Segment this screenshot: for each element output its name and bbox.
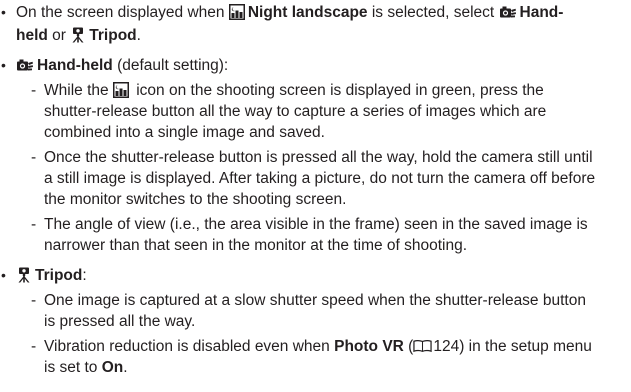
manual-book-icon bbox=[413, 339, 432, 353]
hand-held-item-2-line-2: a still image is displayed. After taking… bbox=[44, 170, 596, 187]
text-segment: On the screen displayed when bbox=[16, 4, 229, 21]
bullet-2-heading: Hand-held (default setting): bbox=[16, 55, 228, 76]
option-hand-held-cont: held bbox=[16, 27, 48, 44]
tripod-icon bbox=[16, 267, 32, 283]
setting-photo-vr: Photo VR bbox=[334, 338, 404, 355]
text-segment: or bbox=[47, 27, 71, 44]
hand-held-icon bbox=[16, 57, 34, 73]
text-segment: While the bbox=[44, 82, 113, 99]
document-page: • On the screen displayed when Night lan… bbox=[0, 0, 631, 392]
bullet-1-line-1: On the screen displayed when Night lands… bbox=[16, 2, 563, 23]
hand-held-item-2-line-3: the monitor switches to the shooting scr… bbox=[44, 191, 347, 208]
dash-marker: - bbox=[31, 149, 37, 166]
dash-marker: - bbox=[31, 82, 37, 99]
dash-marker: - bbox=[31, 292, 37, 309]
hand-held-item-1-line-3: combined into a single image and saved. bbox=[44, 124, 325, 141]
tripod-item-2-line-2: is set to On. bbox=[44, 357, 128, 378]
night-landscape-icon bbox=[113, 82, 129, 98]
bullet-marker: • bbox=[1, 4, 6, 20]
tripod-item-1-line-2: is pressed all the way. bbox=[44, 313, 196, 330]
text-segment: ( bbox=[403, 338, 414, 355]
dash-marker: - bbox=[31, 338, 37, 355]
hand-held-item-1-line-1: While the icon on the shooting screen is… bbox=[44, 80, 544, 101]
hand-held-icon bbox=[499, 4, 517, 20]
option-hand-held: Hand- bbox=[519, 4, 564, 21]
tripod-item-1-line-1: One image is captured at a slow shutter … bbox=[44, 292, 586, 309]
dash-marker: - bbox=[31, 216, 37, 233]
hand-held-title: Hand-held bbox=[37, 57, 113, 74]
bullet-marker: • bbox=[1, 267, 6, 283]
text-segment: : bbox=[82, 267, 87, 284]
text-segment: is selected, select bbox=[367, 4, 499, 21]
tripod-icon bbox=[70, 27, 86, 43]
hand-held-item-1-line-2: shutter-release button all the way to ca… bbox=[44, 103, 547, 120]
text-segment: . bbox=[136, 27, 141, 44]
hand-held-item-2-line-1: Once the shutter-release button is press… bbox=[44, 149, 593, 166]
tripod-title: Tripod bbox=[35, 267, 83, 284]
option-tripod: Tripod bbox=[89, 27, 137, 44]
hand-held-item-3-line-1: The angle of view (i.e., the area visibl… bbox=[44, 216, 588, 233]
hand-held-item-3-line-2: narrower than that seen in the monitor a… bbox=[44, 237, 468, 254]
setting-value-on: On bbox=[101, 359, 124, 376]
bullet-marker: • bbox=[1, 57, 6, 73]
default-note: (default setting): bbox=[112, 57, 229, 74]
page-reference: 124) in the setup menu bbox=[433, 338, 592, 355]
text-segment: icon on the shooting screen is displayed… bbox=[131, 82, 544, 99]
tripod-item-2-line-1: Vibration reduction is disabled even whe… bbox=[44, 336, 592, 357]
text-segment: is set to bbox=[44, 359, 102, 376]
text-segment: Vibration reduction is disabled even whe… bbox=[44, 338, 335, 355]
scene-name: Night landscape bbox=[247, 4, 368, 21]
night-landscape-icon bbox=[229, 4, 245, 20]
bullet-3-heading: Tripod: bbox=[16, 265, 87, 286]
text-segment: . bbox=[123, 359, 128, 376]
bullet-1-line-2: held or Tripod. bbox=[16, 25, 141, 46]
